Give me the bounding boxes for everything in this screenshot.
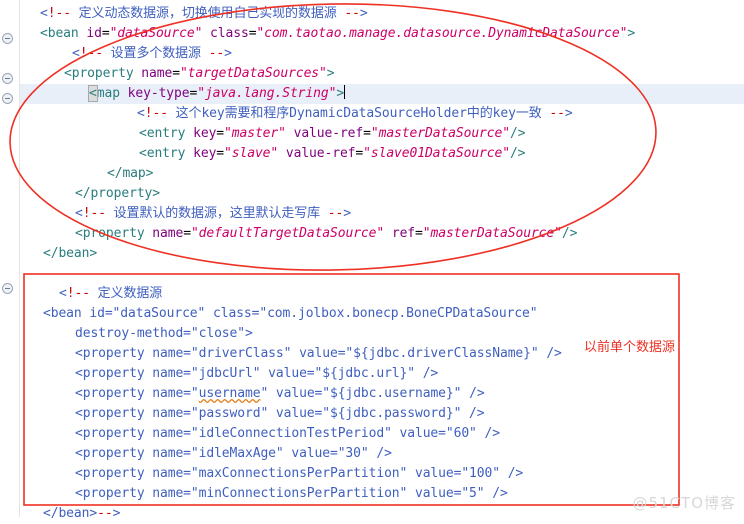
code-text-area[interactable]: <!-- 定义动态数据源，切换使用自己实现的数据源 --> <bean id="… [19,0,744,521]
xml-code-editor[interactable]: <!-- 定义动态数据源，切换使用自己实现的数据源 --> <bean id="… [0,0,744,521]
code-line[interactable]: <bean id="dataSource" class="com.jolbox.… [19,304,538,324]
code-line[interactable]: destroy-method="close"> [19,324,253,344]
code-line[interactable]: <property name="username" value="${jdbc.… [19,384,485,404]
code-line[interactable]: <property name="jdbcUrl" value="${jdbc.u… [19,364,438,384]
code-line[interactable]: <bean id="dataSource" class="com.taotao.… [19,24,635,44]
code-line[interactable]: <!-- 设置默认的数据源，这里默认走写库 --> [19,204,351,224]
code-line[interactable]: <property name="minConnectionsPerPartiti… [19,484,508,504]
fold-marker-icon[interactable] [2,33,13,44]
code-line[interactable]: <entry key="slave" value-ref="slave01Dat… [19,144,526,164]
code-line[interactable]: </property> [19,184,160,204]
code-line[interactable]: </bean>--> [19,504,120,524]
code-line-current[interactable]: <map key-type="java.lang.String"> [19,84,744,104]
code-line[interactable]: <property name="maxConnectionsPerPartiti… [19,464,523,484]
code-line[interactable]: <!-- 定义动态数据源，切换使用自己实现的数据源 --> [19,4,368,24]
code-line[interactable]: <property name="defaultTargetDataSource"… [19,224,577,244]
site-watermark: @51CTO博客 [632,494,736,512]
fold-marker-icon[interactable] [2,283,13,294]
code-line[interactable]: <!-- 设置多个数据源 --> [19,44,232,64]
code-line[interactable]: <property name="password" value="${jdbc.… [19,404,485,424]
code-line[interactable]: <!-- 这个key需要和程序DynamicDataSourceHolder中的… [19,104,573,124]
code-line[interactable]: <property name="idleConnectionTestPeriod… [19,424,500,444]
code-line[interactable]: <!-- 定义数据源 [19,284,162,304]
editor-gutter [0,0,20,517]
code-line[interactable]: </bean> [19,244,97,264]
fold-marker-icon[interactable] [2,73,13,84]
fold-marker-icon[interactable] [2,93,13,104]
code-line[interactable]: <property name="targetDataSources"> [19,64,335,84]
code-line[interactable]: <property name="driverClass" value="${jd… [19,344,562,364]
code-line[interactable]: <property name="idleMaxAge" value="30" /… [19,444,392,464]
code-line[interactable]: <entry key="master" value-ref="masterDat… [19,124,526,144]
code-line[interactable]: </map> [19,164,153,184]
text-caret [344,85,346,99]
